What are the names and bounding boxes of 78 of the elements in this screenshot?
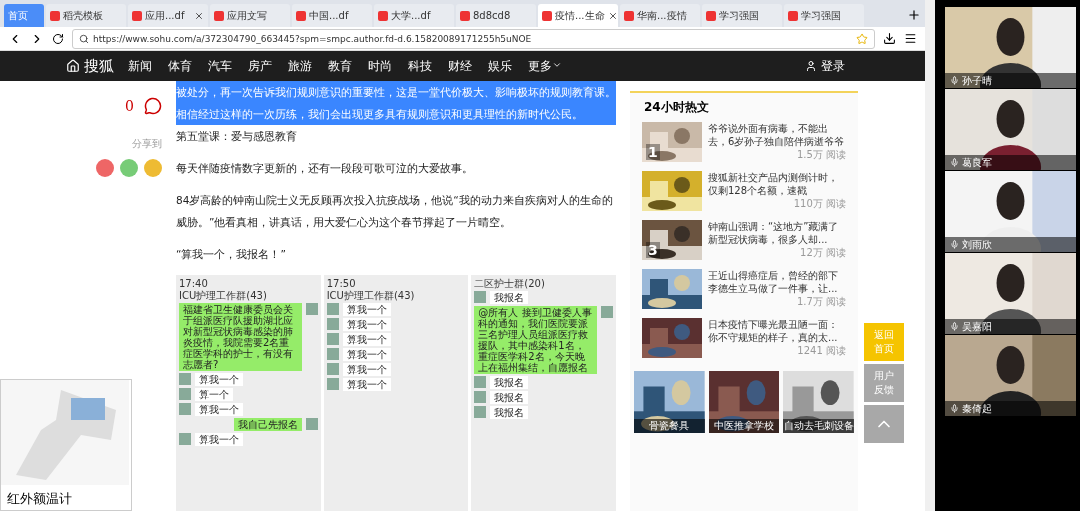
ad-caption: 红外额温计 <box>7 490 72 508</box>
browser-tab[interactable]: 学习强国 <box>784 4 864 27</box>
participant-name: 孙子晴 <box>962 73 992 88</box>
nav-link[interactable]: 科技 <box>408 57 448 75</box>
chat-bubble: 我报名 <box>490 406 529 419</box>
article-link[interactable]: 钟南山强调：“这地方”藏满了新型冠状病毒，很多人却... <box>708 220 846 246</box>
status-time: 17:40 <box>179 278 209 289</box>
chat-bubble: 福建省卫生健康委员会关于组派医疗队援助湖北应对新型冠状病毒感染的肺炎疫情，我院需要2名重症医学科的护士，有没有志愿者? <box>179 303 302 371</box>
article-paragraph: 被处分，再一次告诉我们规则意识的重要性，这是一堂代价极大、影响极坏的规则教育课。 <box>176 81 616 103</box>
chat-title: ICU护理工作群(43) <box>179 290 268 301</box>
nav-link[interactable]: 教育 <box>328 57 368 75</box>
ad-caption[interactable]: 中医推拿学校 <box>708 419 780 433</box>
read-count: 12万 阅读 <box>799 246 846 260</box>
article-link[interactable]: 王近山得癌症后，曾经的部下李德生立马做了一件事，让... <box>708 269 846 295</box>
article-paragraph: 84岁高龄的钟南山院士义无反顾再次投入抗疫战场，他说“我的动力来自疾病对人的生命的威胁。”他看真相，讲真话，用大爱仁心为这个春节撑起了一片晴空。 <box>176 193 614 230</box>
url-text: https://www.sohu.com/a/372304790_663445?spm=smpc.author.fd-d.6.15820089171255h5uNOE <box>93 33 532 44</box>
read-count: 110万 阅读 <box>792 197 846 211</box>
ad-card[interactable]: 红外额温计 <box>0 379 132 511</box>
nav-link[interactable]: 体育 <box>168 57 208 75</box>
chat-bubble: 算我一个 <box>342 378 391 391</box>
more-link[interactable]: 更多 <box>528 57 588 75</box>
participant-name: 秦倚起 <box>962 401 992 416</box>
nav-link[interactable]: 时尚 <box>368 57 408 75</box>
read-count: 1.7万 阅读 <box>795 295 846 309</box>
read-count: 1241 阅读 <box>796 344 846 358</box>
chat-bubble: 我报名 <box>490 291 529 304</box>
article-paragraph: 第五堂课：爱与感恩教育 <box>176 129 298 144</box>
browser-tab[interactable]: 稻壳模板 <box>46 4 126 27</box>
chat-bubble: @所有人 接到卫健委人事科的通知，我们医院要派三名护理人员组派医疗救援队，其中感染科1名，重症医学科2名，今天晚上在福州集结，自愿报名 <box>474 306 597 374</box>
article-paragraph: 每天伴随疫情数字更新的，还有一段段可歌可泣的大爱故事。 <box>176 161 474 176</box>
participant-name: 刘雨欣 <box>962 237 992 252</box>
site-logo[interactable]: 搜狐 <box>84 56 114 76</box>
article-link[interactable]: 日本疫情下曝光最丑陋一面：你不守规矩的样子，真的太... <box>708 318 846 344</box>
nav-link[interactable]: 旅游 <box>288 57 328 75</box>
browser-tab[interactable]: 8d8cd8 <box>456 4 536 27</box>
chat-bubble: 算我一个 <box>342 303 391 316</box>
participant-name: 吴嘉阳 <box>962 319 992 334</box>
section-title: 24小时热文 <box>644 99 710 116</box>
chat-bubble: 算我一个 <box>342 333 391 346</box>
address-field[interactable]: https://www.sohu.com/a/372304790_663445?spm=smpc.author.fd-d.6.15820089171255h5uNOE <box>72 28 875 49</box>
chat-bubble: 算我一个 <box>342 363 391 376</box>
chat-bubble: 我报名 <box>490 376 529 389</box>
share-label: 分享到 <box>132 137 162 151</box>
login-link[interactable]: 登录 <box>805 57 845 75</box>
nav-link[interactable]: 新闻 <box>128 57 168 75</box>
chat-bubble: 算我一个 <box>342 318 391 331</box>
nav-link[interactable]: 娱乐 <box>488 57 528 75</box>
chat-bubble: 我报名 <box>490 391 529 404</box>
article-link[interactable]: 搜狐新社交产品内测倒计时，仅剩128个名额，速戳 <box>708 171 846 197</box>
ad-caption[interactable]: 自动去毛刺设备 <box>783 419 854 433</box>
nav-link[interactable]: 财经 <box>448 57 488 75</box>
chat-bubble: 算我一个 <box>195 403 243 416</box>
browser-tab[interactable]: 疫情...生命 <box>538 4 618 27</box>
ad-caption[interactable]: 骨瓷餐具 <box>634 419 705 433</box>
chat-bubble: 算我一个 <box>195 373 243 386</box>
browser-tab[interactable]: 大学...df <box>374 4 454 27</box>
article-link[interactable]: 爷爷说外面有病毒，不能出去，6岁孙子独自陪伴病逝爷爷 <box>708 122 846 148</box>
browser-tab[interactable]: 应用...df <box>128 4 208 27</box>
browser-tab[interactable]: 学习强国 <box>702 4 782 27</box>
chat-title: ICU护理工作群(43) <box>326 290 416 301</box>
nav-link[interactable]: 房产 <box>248 57 288 75</box>
article-paragraph: 相信经过这样的一次历练，我们会出现更多具有规则意识和更具理性的新时代公民。 <box>176 103 616 125</box>
browser-tab[interactable]: 华南...疫情 <box>620 4 700 27</box>
browser-tab[interactable]: 应用文写 <box>210 4 290 27</box>
chat-title: 二区护士群(20) <box>474 278 546 289</box>
status-time: 17:50 <box>326 278 357 289</box>
rank-number: 1 <box>646 144 660 160</box>
article-paragraph: “算我一个，我报名！” <box>176 247 287 262</box>
read-count: 1.5万 阅读 <box>795 148 846 162</box>
chat-bubble: 算我一个 <box>342 348 391 361</box>
nav-link[interactable]: 汽车 <box>208 57 248 75</box>
chat-bubble: 我自己先报名 <box>233 418 302 431</box>
chat-bubble: 算一个 <box>195 388 233 401</box>
comment-count: 0 <box>125 98 134 114</box>
rank-number: 3 <box>646 242 660 258</box>
browser-tab[interactable]: 中国...df <box>292 4 372 27</box>
participant-name: 葛良军 <box>962 155 992 170</box>
chat-bubble: 算我一个 <box>195 433 243 446</box>
